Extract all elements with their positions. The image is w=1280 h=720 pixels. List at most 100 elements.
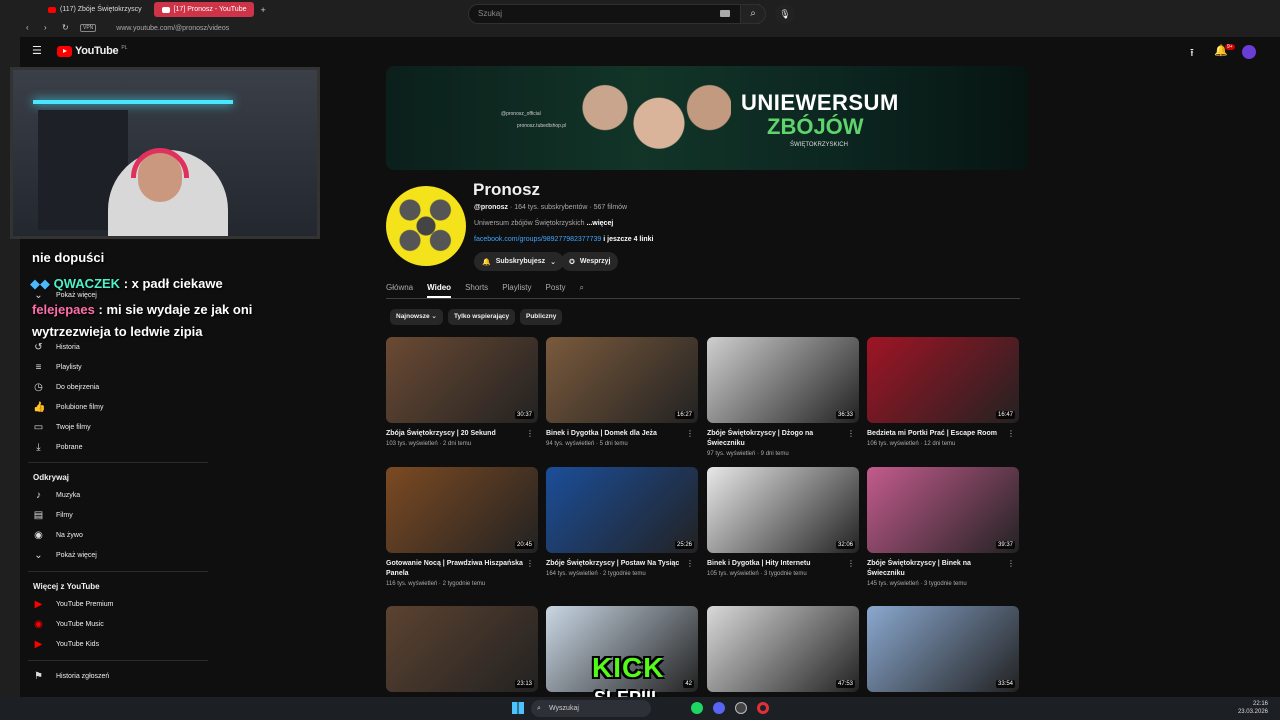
youtube-logo[interactable]: YouTube PL [57, 45, 127, 57]
video-meta: 105 tys. wyświetleń · 3 tygodnie temu [707, 571, 807, 577]
video-thumbnail[interactable]: 23:13 [386, 606, 538, 692]
sidebar-item-kids[interactable]: ▶ YouTube Kids [33, 639, 99, 650]
menu-icon[interactable]: ☰ [32, 44, 42, 57]
video-card[interactable]: 39:37 Zbóje Świętokrzyscy | Binek na Świe… [867, 467, 1019, 587]
sidebar-item-history[interactable]: ↺ Historia [33, 342, 79, 353]
forward-icon[interactable]: › [44, 23, 54, 33]
sidebar-item-films[interactable]: ▤ Filmy [33, 510, 73, 521]
video-thumbnail[interactable]: 32:06 [707, 467, 859, 553]
video-card[interactable]: 16:27 Binek i Dygotka | Domek dla Jeża 94 … [546, 337, 698, 447]
tab-shorts[interactable]: Shorts [465, 283, 488, 298]
spotify-icon[interactable] [691, 702, 703, 714]
sidebar-item-label: YouTube Premium [56, 601, 114, 608]
browser-tab-active[interactable]: [17] Pronosz - YouTube [153, 2, 255, 17]
sidebar-item-show-more-explore[interactable]: ⌄ Pokaż więcej [33, 550, 97, 561]
video-card[interactable]: 20:45 Gotowanie Nocą | Prawdziwa Hiszpańs… [386, 467, 538, 587]
video-title[interactable]: Zbóje Świętokrzyscy | Dżogo na Świecznik… [707, 429, 859, 449]
chat-username: QWACZEK [53, 276, 121, 291]
thumbs-up-icon: 👍 [33, 402, 46, 413]
more-options-icon[interactable]: ⋮ [686, 559, 694, 568]
more-options-icon[interactable]: ⋮ [526, 429, 534, 438]
mic-button[interactable]: 🎙 [775, 4, 795, 24]
video-card[interactable]: 36:33 Zbóje Świętokrzyscy | Dżogo na Świe… [707, 337, 859, 457]
video-card[interactable]: 16:47 Bedzieta mi Portki Prać | Escape Ro… [867, 337, 1019, 447]
url-field[interactable]: www.youtube.com/@pronosz/videos [116, 25, 229, 32]
more-links[interactable]: i jeszcze 4 linki [603, 236, 653, 243]
channel-link[interactable]: facebook.com/groups/989277982377739 [474, 236, 601, 243]
video-title[interactable]: Zbója Świętokrzyscy | 20 Sekund [386, 429, 538, 439]
video-thumbnail[interactable]: 16:27 [546, 337, 698, 423]
channel-links[interactable]: facebook.com/groups/989277982377739 i je… [474, 236, 653, 243]
video-card[interactable]: 47:53 [707, 606, 859, 692]
video-card[interactable]: 23:13 [386, 606, 538, 692]
sidebar-item-premium[interactable]: ▶ YouTube Premium [33, 599, 114, 610]
back-icon[interactable]: ‹ [26, 23, 36, 33]
sidebar-item-live[interactable]: ◉ Na żywo [33, 530, 83, 541]
video-thumbnail[interactable]: 39:37 [867, 467, 1019, 553]
more-options-icon[interactable]: ⋮ [1007, 559, 1015, 568]
sidebar-item-liked[interactable]: 👍 Polubione filmy [33, 402, 103, 413]
chip-latest[interactable]: Najnowsze ⌄ [390, 309, 443, 325]
tab-home[interactable]: Główna [386, 283, 413, 298]
taskbar-search[interactable]: ⌕ Wyszukaj [531, 700, 651, 717]
windows-start-icon[interactable] [512, 702, 524, 714]
chip-public[interactable]: Publiczny [520, 309, 563, 325]
more-options-icon[interactable]: ⋮ [526, 559, 534, 568]
keyboard-icon[interactable] [720, 10, 730, 17]
tab-search-icon[interactable]: ⌕ [580, 283, 584, 298]
video-title[interactable]: Gotowanie Nocą | Prawdziwa Hiszpańska Pa… [386, 559, 538, 579]
tab-posts[interactable]: Posty [546, 283, 566, 298]
video-thumbnail[interactable]: 20:45 [386, 467, 538, 553]
account-avatar[interactable] [1242, 45, 1256, 59]
obs-icon[interactable] [735, 702, 747, 714]
video-card[interactable]: 30:37 Zbója Świętokrzyscy | 20 Sekund 103 … [386, 337, 538, 447]
sidebar-item-playlists[interactable]: ≡ Playlisty [33, 362, 82, 373]
video-thumbnail[interactable]: 36:33 [707, 337, 859, 423]
video-card[interactable]: 25:26 Zbóje Świętokrzyscy | Postaw Na Tys… [546, 467, 698, 577]
video-thumbnail[interactable]: 33:54 [867, 606, 1019, 692]
upload-icon[interactable]: ⭱ [1190, 44, 1194, 63]
video-title[interactable]: Bedzieta mi Portki Prać | Escape Room [867, 429, 1019, 439]
tab-playlists[interactable]: Playlisty [502, 283, 531, 298]
video-card[interactable]: 33:54 [867, 606, 1019, 692]
video-thumbnail[interactable]: 30:37 [386, 337, 538, 423]
video-card[interactable]: 32:06 Binek i Dygotka | Hity Internetu 105… [707, 467, 859, 577]
sidebar-item-watch-later[interactable]: ◷ Do obejrzenia [33, 382, 99, 393]
sidebar-item-label: Playlisty [56, 364, 82, 371]
search-input[interactable]: Szukaj [468, 4, 760, 24]
more-options-icon[interactable]: ⋮ [847, 429, 855, 438]
video-thumbnail[interactable]: 16:47 [867, 337, 1019, 423]
description-more[interactable]: ...więcej [586, 220, 613, 227]
video-thumbnail[interactable]: 25:26 [546, 467, 698, 553]
opera-icon[interactable] [757, 702, 769, 714]
system-clock[interactable]: 22:16 23.03.2026 [1238, 700, 1268, 716]
video-title[interactable]: Binek i Dygotka | Hity Internetu [707, 559, 859, 569]
video-duration: 42 [683, 680, 694, 688]
video-title[interactable]: Binek i Dygotka | Domek dla Jeża [546, 429, 698, 439]
sidebar-item-downloads[interactable]: ⤓ Pobrane [33, 442, 82, 453]
more-options-icon[interactable]: ⋮ [686, 429, 694, 438]
search-button[interactable]: ⌕ [740, 4, 766, 24]
browser-tab[interactable]: (117) Zbóje Świętokrzyscy [40, 2, 150, 17]
reload-icon[interactable]: ↻ [62, 23, 72, 33]
more-options-icon[interactable]: ⋮ [847, 559, 855, 568]
subscribed-button[interactable]: 🔔 Subskrybujesz ⌄ [474, 252, 565, 271]
sidebar-item-music[interactable]: ♪ Muzyka [33, 490, 80, 501]
channel-avatar[interactable] [386, 186, 466, 266]
channel-banner: @pronosz_official pronosz.tubedtshop.pl … [386, 66, 1028, 170]
sidebar-item-music-app[interactable]: ◉ YouTube Music [33, 619, 104, 630]
new-tab-button[interactable]: + [260, 5, 265, 15]
discord-icon[interactable] [713, 702, 725, 714]
sidebar-item-your-videos[interactable]: ▭ Twoje filmy [33, 422, 91, 433]
support-button[interactable]: ✪ Wesprzyj [561, 252, 619, 271]
tab-videos[interactable]: Wideo [427, 283, 452, 298]
more-options-icon[interactable]: ⋮ [1007, 429, 1015, 438]
vpn-badge[interactable]: VPN [80, 24, 97, 32]
video-title[interactable]: Zbóje Świętokrzyscy | Binek na Świecznik… [867, 559, 1019, 579]
youtube-tab-icon [161, 6, 170, 13]
video-title[interactable]: Zbóje Świętokrzyscy | Postaw Na Tysiąc [546, 559, 698, 569]
video-thumbnail[interactable]: 47:53 [707, 606, 859, 692]
chip-members-only[interactable]: Tylko wspierający [448, 309, 516, 325]
channel-description[interactable]: Uniwersum zbójów Świętokrzyskich ...więc… [474, 220, 613, 227]
sidebar-item-report-history[interactable]: ⚑ Historia zgłoszeń [33, 671, 109, 682]
